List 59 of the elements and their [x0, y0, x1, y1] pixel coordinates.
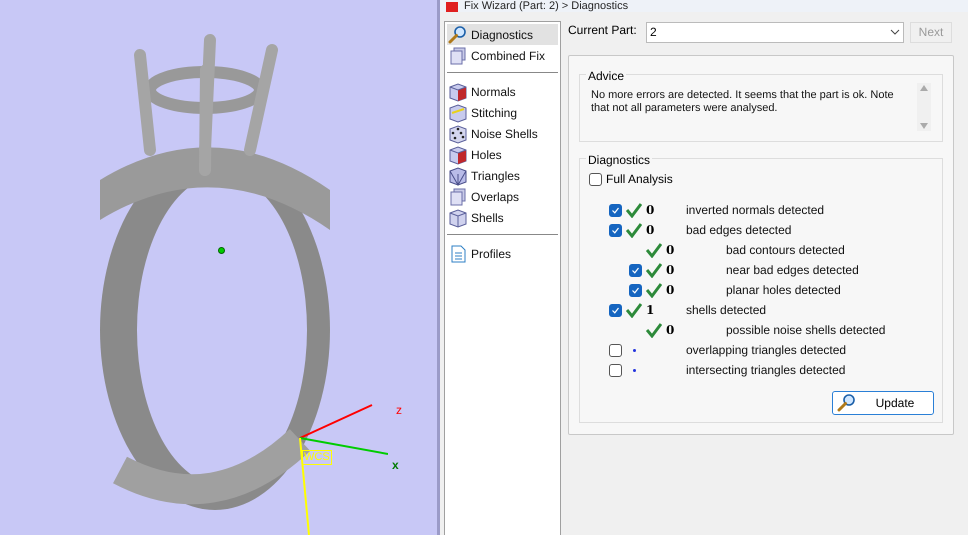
part-dropdown[interactable]: 2 [646, 22, 904, 42]
count: 0 [666, 243, 674, 257]
window-title: Fix Wizard (Part: 2) > Diagnostics [464, 0, 628, 12]
count: 0 [666, 283, 674, 297]
checkbox[interactable] [609, 204, 622, 216]
update-button[interactable]: Update [832, 391, 934, 415]
count: 1 [646, 303, 654, 317]
diagnostic-label: bad contours detected [726, 242, 845, 259]
sidebar-item[interactable]: Combined Fix [447, 45, 558, 66]
count: 0 [646, 203, 654, 217]
diagnostic-label: overlapping triangles detected [686, 342, 846, 359]
sidebar-item[interactable]: Triangles [447, 165, 558, 186]
diagnostic-label: possible noise shells detected [726, 322, 886, 339]
diagnostic-label: bad edges detected [686, 222, 792, 239]
tick-icon [611, 306, 620, 314]
cube-icon [448, 208, 468, 228]
magnifier-icon [837, 393, 857, 413]
sidebar-item[interactable]: Stitching [447, 102, 558, 123]
sidebar-item[interactable]: Overlaps [447, 186, 558, 207]
tick-icon [611, 226, 620, 234]
dice-icon [448, 124, 468, 144]
cube-icon [448, 144, 468, 164]
checkbox[interactable] [609, 224, 622, 236]
axis-label: x [392, 457, 399, 474]
advice-text: No more errors are detected. It seems that the part is ok. Note that not all parameters were analysed. [591, 89, 895, 116]
wireframe-cube-icon [448, 166, 468, 186]
current-part-label: Current Part: [568, 22, 638, 39]
checkbox[interactable] [629, 264, 642, 276]
chevron-down-icon [890, 29, 900, 35]
tick-icon [631, 266, 640, 274]
checkbox[interactable] [629, 284, 642, 296]
sidebar-item[interactable]: Diagnostics [447, 24, 558, 45]
coordinate-system-label: WCS [302, 450, 332, 465]
count: 0 [666, 323, 674, 337]
diagnostic-label: intersecting triangles detected [686, 362, 846, 379]
sidebar-item[interactable]: Shells [447, 207, 558, 228]
sidebar-item[interactable]: Holes [447, 144, 558, 165]
count: 0 [646, 223, 654, 237]
diagnostic-label: near bad edges detected [726, 262, 859, 279]
sidebar-item[interactable]: Profiles [447, 243, 558, 264]
count: 0 [666, 263, 674, 277]
tick-icon [611, 206, 620, 214]
diagnostic-label: planar holes detected [726, 282, 841, 299]
layered-cubes-icon [448, 46, 468, 66]
checkbox-label: Full Analysis [606, 171, 673, 188]
checkbox[interactable] [609, 344, 622, 356]
layered-cubes-icon [448, 186, 468, 206]
checkbox[interactable] [589, 172, 602, 186]
checkbox[interactable] [609, 304, 622, 316]
magnifier-icon [448, 24, 468, 44]
tick-icon [631, 286, 640, 294]
checkbox[interactable] [609, 364, 622, 376]
sidebar-item[interactable]: Noise Shells [447, 123, 558, 144]
axis-label: z [396, 402, 402, 419]
cube-icon [448, 82, 468, 102]
diagnostic-label: shells detected [686, 302, 766, 319]
cube-icon [448, 102, 468, 122]
diagnostic-label: inverted normals detected [686, 202, 824, 219]
sidebar-item[interactable]: Normals [447, 81, 558, 102]
